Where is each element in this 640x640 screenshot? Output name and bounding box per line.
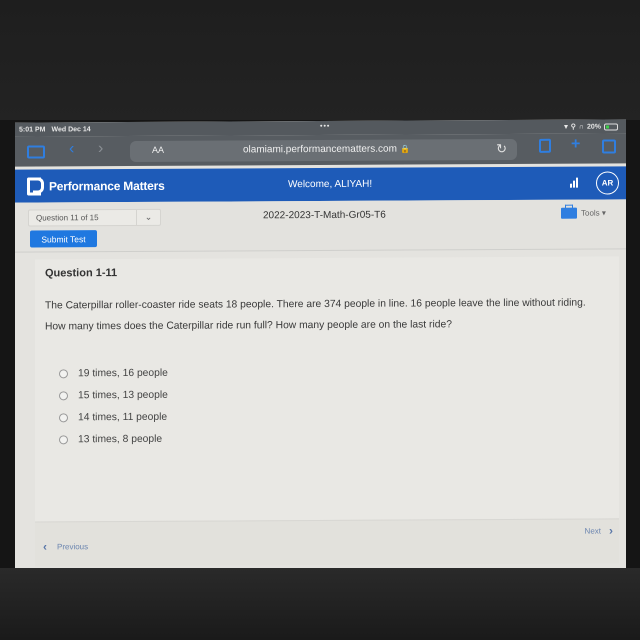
answer-option[interactable]: 13 times, 8 people — [59, 428, 168, 451]
navigation-footer: ‹ Previous Next › — [35, 518, 619, 567]
battery-icon — [604, 122, 618, 131]
wifi-icon: ▾ — [564, 123, 568, 131]
test-toolbar: Question 11 of 15 ⌄ 2022-2023-T-Math-Gr0… — [15, 199, 626, 253]
welcome-message: Welcome, ALIYAH! — [288, 178, 373, 191]
share-icon[interactable] — [539, 138, 551, 153]
tools-label: Tools ▾ — [581, 208, 606, 218]
device-bezel-top — [0, 0, 640, 120]
status-indicators: ▾ ⚲ ∩ 20% — [564, 122, 618, 131]
performance-matters-logo-icon — [27, 177, 41, 196]
question-selector-value: Question 11 of 15 — [36, 213, 99, 223]
radio-button[interactable] — [59, 412, 68, 422]
location-icon: ⚲ — [570, 123, 576, 131]
next-label: Next — [584, 526, 601, 536]
question-title: Question 1-11 — [45, 267, 118, 280]
address-bar[interactable]: AA olamiami.performancematters.com 🔒 ↻ — [130, 138, 517, 162]
url-text: olamiami.performancematters.com 🔒 — [243, 144, 410, 156]
answer-option-label: 15 times, 13 people — [78, 389, 168, 401]
question-text: The Caterpillar roller-coaster ride seat… — [45, 297, 586, 333]
tools-menu[interactable]: Tools ▾ — [561, 207, 606, 219]
radio-button[interactable] — [59, 368, 68, 378]
radio-button[interactable] — [59, 434, 68, 444]
chevron-down-icon[interactable]: ⌄ — [136, 209, 160, 225]
status-time: 5:01 PM — [19, 125, 46, 134]
forward-icon[interactable]: › — [98, 140, 103, 158]
new-tab-icon[interactable]: + — [571, 136, 580, 154]
browser-toolbar: ‹ › AA olamiami.performancematters.com 🔒 … — [15, 133, 626, 167]
toolbox-icon — [561, 207, 577, 219]
question-panel: Question 1-11 The Caterpillar roller-coa… — [35, 256, 619, 522]
answer-options: 19 times, 16 people 15 times, 13 people … — [59, 362, 168, 451]
reader-aa-button[interactable]: AA — [152, 145, 164, 155]
submit-test-button[interactable]: Submit Test — [30, 230, 97, 248]
url-value: olamiami.performancematters.com — [243, 143, 397, 156]
tabs-overview-icon[interactable] — [602, 139, 616, 154]
answer-option[interactable]: 15 times, 13 people — [59, 384, 168, 407]
brand-name: Performance Matters — [49, 178, 165, 194]
status-date: Wed Dec 14 — [51, 125, 91, 133]
answer-option[interactable]: 14 times, 11 people — [59, 406, 168, 429]
sidebar-toggle-icon[interactable] — [27, 145, 45, 159]
reports-bar-chart-icon[interactable] — [570, 177, 578, 188]
next-button[interactable]: Next › — [585, 523, 613, 537]
previous-label: Previous — [57, 541, 89, 551]
test-name: 2022-2023-T-Math-Gr05-T6 — [263, 209, 386, 222]
chevron-left-icon: ‹ — [43, 539, 47, 554]
back-icon[interactable]: ‹ — [69, 140, 74, 158]
question-selector-dropdown[interactable]: Question 11 of 15 ⌄ — [28, 208, 161, 227]
lock-icon: 🔒 — [399, 144, 410, 154]
chevron-right-icon: › — [609, 523, 613, 538]
answer-option-label: 13 times, 8 people — [78, 433, 163, 445]
radio-button[interactable] — [59, 390, 68, 400]
answer-option[interactable]: 19 times, 16 people — [59, 362, 168, 385]
tablet-screen: 5:01 PM Wed Dec 14 ••• ▾ ⚲ ∩ 20% ‹ › AA … — [15, 119, 626, 573]
previous-button[interactable]: ‹ Previous — [43, 539, 88, 553]
answer-option-label: 14 times, 11 people — [78, 411, 168, 423]
app-header: Performance Matters Welcome, ALIYAH! AR — [15, 166, 626, 203]
answer-option-label: 19 times, 16 people — [78, 367, 168, 379]
headphones-icon: ∩ — [578, 123, 584, 131]
user-avatar[interactable]: AR — [596, 171, 619, 195]
multitasking-dots[interactable]: ••• — [320, 123, 330, 130]
device-bezel-bottom — [0, 568, 640, 640]
reload-icon[interactable]: ↻ — [496, 141, 507, 157]
battery-percent: 20% — [586, 123, 601, 131]
